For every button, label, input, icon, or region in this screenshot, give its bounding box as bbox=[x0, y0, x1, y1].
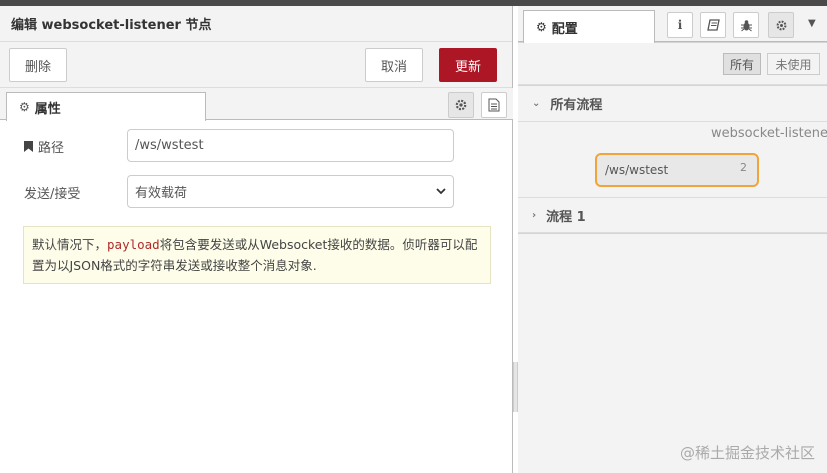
sidebar: ⚙ 配置 i ▼ 所有 未使用 ⌄ 所有流程 websocket-listene… bbox=[518, 6, 827, 473]
tip-code: payload bbox=[107, 237, 160, 252]
path-input[interactable]: /ws/wstest bbox=[127, 129, 454, 162]
tip-text-before: 默认情况下， bbox=[32, 237, 108, 252]
update-button[interactable]: 更新 bbox=[439, 48, 497, 82]
cancel-button[interactable]: 取消 bbox=[365, 48, 423, 82]
delete-button[interactable]: 删除 bbox=[9, 48, 67, 82]
chevron-down-icon: ⌄ bbox=[532, 98, 541, 109]
watermark: @稀土掘金技术社区 bbox=[679, 444, 815, 462]
node-type-label: websocket-listener bbox=[711, 126, 827, 141]
section-flow1-label: 流程 1 bbox=[546, 209, 586, 225]
send-receive-select[interactable]: 有效载荷 bbox=[127, 175, 454, 208]
debug-tab-button[interactable] bbox=[733, 12, 759, 38]
help-tip: 默认情况下，payload将包含要发送或从Websocket接收的数据。侦听器可… bbox=[23, 226, 491, 284]
config-tab-button[interactable] bbox=[768, 12, 794, 38]
config-node-count: 2 bbox=[740, 161, 747, 174]
chevron-right-icon: › bbox=[532, 209, 537, 221]
send-receive-label: 发送/接受 bbox=[24, 187, 81, 202]
config-filter-bar: 所有 未使用 bbox=[518, 43, 827, 85]
tray-tabbar: ⚙ 属性 bbox=[0, 88, 513, 121]
filter-all-button[interactable]: 所有 bbox=[723, 53, 761, 75]
gear-icon: ⚙ bbox=[536, 20, 547, 34]
tab-config-label: 配置 bbox=[551, 21, 578, 37]
sidebar-empty-area: @稀土掘金技术社区 bbox=[518, 234, 827, 473]
path-label-row: 路径 bbox=[24, 137, 64, 156]
info-tab-button[interactable]: i bbox=[667, 12, 693, 38]
config-node-label: /ws/wstest bbox=[605, 163, 669, 177]
filter-unused-button[interactable]: 未使用 bbox=[767, 53, 820, 75]
tray-toolbar: 删除 取消 更新 bbox=[0, 42, 512, 88]
tab-config[interactable]: ⚙ 配置 bbox=[523, 10, 655, 43]
sidebar-tabbar: ⚙ 配置 i ▼ bbox=[518, 6, 827, 43]
section-all-flows[interactable]: ⌄ 所有流程 bbox=[518, 86, 827, 122]
gear-icon: ⚙ bbox=[19, 100, 30, 114]
help-tab-button[interactable] bbox=[700, 12, 726, 38]
caret-down-icon[interactable]: ▼ bbox=[808, 18, 816, 29]
book-icon bbox=[706, 19, 720, 31]
settings-tab-icon[interactable] bbox=[448, 92, 474, 118]
section-all-flows-label: 所有流程 bbox=[550, 98, 603, 113]
edit-tray: 编辑 websocket-listener 节点 删除 取消 更新 ⚙ 属性 路… bbox=[0, 6, 513, 473]
gear-icon bbox=[776, 20, 786, 30]
document-icon bbox=[488, 98, 500, 112]
section-flow1[interactable]: › 流程 1 bbox=[518, 197, 827, 233]
send-receive-value: 有效载荷 bbox=[135, 186, 188, 201]
all-flows-content: websocket-listener /ws/wstest 2 bbox=[518, 122, 827, 197]
config-node-item[interactable]: /ws/wstest 2 bbox=[595, 153, 759, 187]
gear-icon bbox=[455, 99, 467, 111]
info-icon: i bbox=[677, 18, 683, 32]
path-label: 路径 bbox=[38, 141, 65, 156]
tab-properties[interactable]: ⚙ 属性 bbox=[6, 92, 206, 121]
bookmark-icon bbox=[24, 141, 33, 152]
tab-properties-label: 属性 bbox=[34, 101, 61, 117]
description-tab-icon[interactable] bbox=[481, 92, 507, 118]
tray-title: 编辑 websocket-listener 节点 bbox=[0, 6, 512, 42]
bug-icon bbox=[740, 19, 752, 31]
chevron-down-icon bbox=[436, 188, 446, 195]
